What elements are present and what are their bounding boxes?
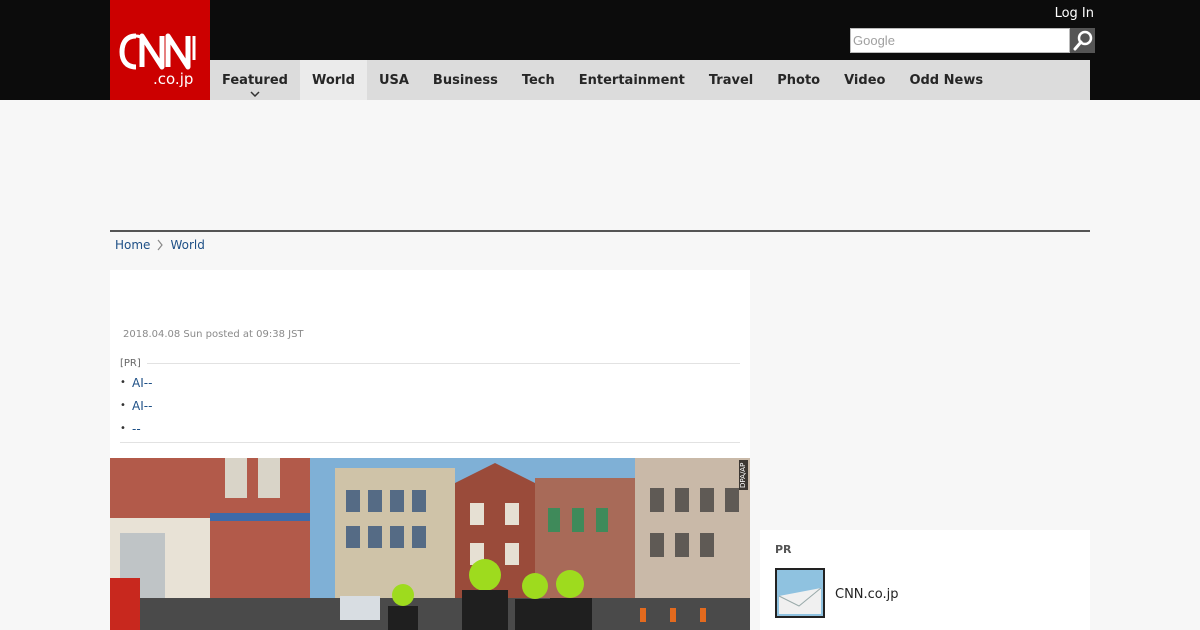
ad-divider (110, 230, 1090, 232)
nav-item-world[interactable]: World (299, 60, 367, 100)
pr-bottom-divider (120, 442, 740, 443)
photo-credit: DPA/AP (739, 460, 748, 490)
article-date: 2018.04.08 Sun posted at 09:38 JST (123, 329, 304, 340)
nav-item-photo[interactable]: Photo (765, 60, 832, 100)
nav-item-label: World (311, 72, 355, 88)
chevron-right-icon (157, 239, 164, 251)
mail-envelope-icon (777, 570, 823, 616)
pr-list: • AI-- • AI-- • -- (120, 371, 740, 440)
nav-item-label: Photo (777, 72, 821, 88)
list-item: • AI-- (120, 371, 740, 394)
pr-links-block: [PR] • AI-- • AI-- • -- (120, 358, 740, 440)
nav-item-odd-news[interactable]: Odd News (897, 60, 995, 100)
nav-item-entertainment[interactable]: Entertainment (567, 60, 697, 100)
nav-item-label: USA (378, 72, 409, 88)
main-nav: Featured World USA Business Tech Enterta… (210, 60, 1090, 100)
nav-item-tech[interactable]: Tech (510, 60, 567, 100)
sidebar-pr-box: PR CNN.co.jp (760, 530, 1090, 630)
pr-link[interactable]: -- (132, 422, 141, 436)
nav-item-label: Travel (708, 72, 754, 88)
search-input[interactable]: Google (850, 28, 1070, 53)
nav-item-label: Video (844, 72, 886, 88)
pr-header: [PR] (120, 358, 740, 369)
list-item: • -- (120, 417, 740, 440)
nav-item-label: Business (432, 72, 498, 88)
nav-item-video[interactable]: Video (832, 60, 897, 100)
nav-item-label: Tech (521, 72, 555, 88)
nav-item-featured[interactable]: Featured (210, 60, 300, 100)
bullet-icon: • (120, 377, 126, 388)
bullet-icon: • (120, 400, 126, 411)
magnifier-icon (1073, 30, 1092, 50)
nav-item-usa[interactable]: USA (367, 60, 421, 100)
bullet-icon: • (120, 423, 126, 434)
sidebar-pr-link[interactable]: CNN.co.jp (835, 587, 899, 602)
breadcrumb-world[interactable]: World (170, 238, 204, 252)
logo-domain-text: .co.jp (153, 70, 194, 88)
chevron-down-icon (250, 91, 260, 97)
street-scene-image (110, 458, 750, 630)
sidebar-pr-label: PR (775, 543, 792, 556)
list-item: • AI-- (120, 394, 740, 417)
article-photo[interactable]: DPA/AP (110, 458, 750, 630)
nav-item-label: Entertainment (578, 72, 685, 88)
nav-item-label: Featured (222, 72, 288, 88)
pr-link[interactable]: AI-- (132, 399, 152, 413)
nav-item-business[interactable]: Business (421, 60, 510, 100)
pr-divider (146, 363, 740, 364)
pr-label: [PR] (120, 358, 141, 369)
pr-link[interactable]: AI-- (132, 376, 152, 390)
article-card: 2018.04.08 Sun posted at 09:38 JST [PR] … (110, 270, 750, 458)
login-link[interactable]: Log In (1055, 6, 1094, 21)
cnn-logo[interactable]: .co.jp (110, 0, 210, 100)
sidebar-thumbnail[interactable] (775, 568, 825, 618)
search-button[interactable] (1070, 28, 1095, 53)
nav-item-label: Odd News (909, 72, 984, 88)
nav-item-travel[interactable]: Travel (697, 60, 765, 100)
breadcrumb: Home World (115, 238, 205, 252)
breadcrumb-home[interactable]: Home (115, 238, 150, 252)
